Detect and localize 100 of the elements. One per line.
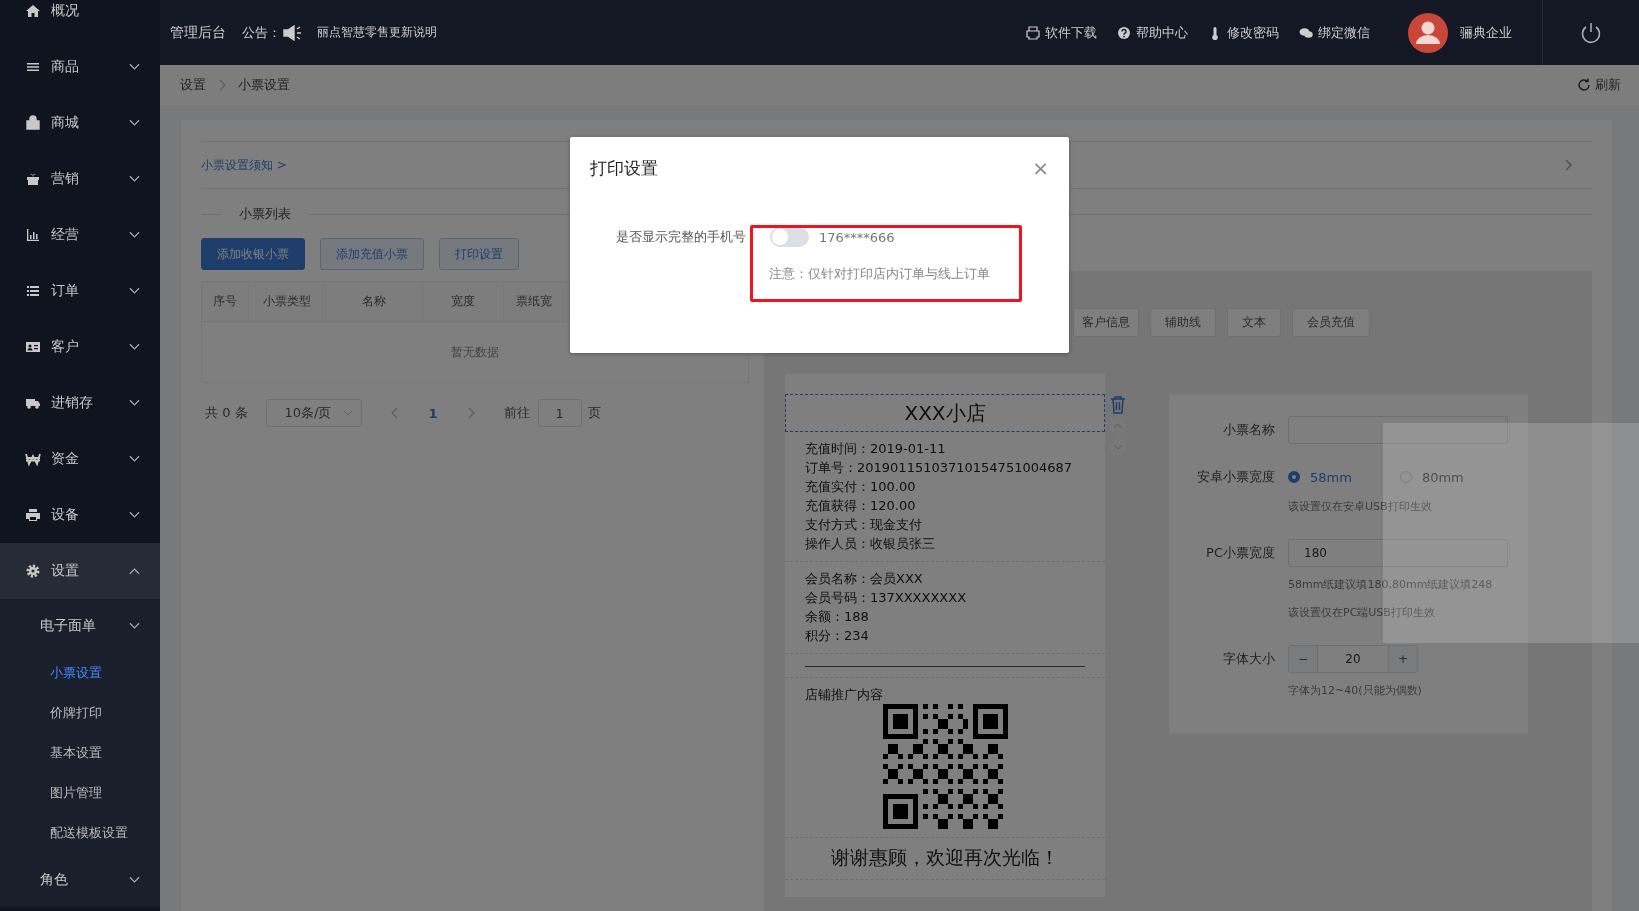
receipt-line: 会员号码：137XXXXXXXX [805, 589, 968, 607]
field-label: 安卓小票宽度 [1196, 468, 1275, 486]
rows-icon [25, 283, 41, 299]
column-header: 宽度 [423, 282, 504, 321]
header-link[interactable]: 软件下载 [1026, 23, 1097, 42]
receipt-line: 会员名称：会员XXX [805, 570, 924, 588]
sidebar-item[interactable]: 商城 [0, 95, 160, 151]
sidebar-item[interactable]: 概况 [0, 0, 160, 39]
breadcrumb-link[interactable]: 设置 [180, 76, 206, 94]
total-count: 共 0 条 [205, 404, 248, 422]
header-link[interactable]: 修改密码 [1208, 23, 1279, 42]
chevron-down-icon [129, 399, 140, 407]
previous-page-icon[interactable] [390, 407, 399, 419]
hint-text: 字体为12~40(只能为偶数) [1288, 683, 1423, 699]
goto-label: 前往 [503, 404, 530, 422]
tool-button[interactable]: 客户信息 [1073, 308, 1139, 337]
printer-icon [1026, 25, 1040, 40]
chevron-down-icon [129, 63, 140, 71]
sidebar-item[interactable]: 营销 [0, 151, 160, 207]
header-link[interactable]: 绑定微信 [1299, 23, 1370, 42]
width-input[interactable]: 180 [1288, 539, 1508, 567]
chevron-down-icon [129, 876, 140, 884]
receipt-line: 充值时间：2019-01-11 [805, 440, 947, 458]
chevron-down-icon [129, 231, 140, 239]
sidebar-item[interactable]: 资金 [0, 431, 160, 487]
home-icon [25, 3, 41, 19]
help-icon [1117, 25, 1131, 40]
submenu-link[interactable]: 配送模板设置 [0, 813, 160, 853]
receipt-line: 充值实付：100.00 [805, 478, 917, 496]
header-link[interactable]: 帮助中心 [1117, 23, 1188, 42]
toggle-switch[interactable] [770, 227, 809, 247]
gift-icon [25, 171, 41, 187]
chevron-down-icon [129, 343, 140, 351]
tool-button[interactable]: 文本 [1227, 308, 1281, 337]
receipt-line: 操作人员：收银员张三 [805, 535, 936, 553]
sidebar-item[interactable]: 客户 [0, 319, 160, 375]
chevron-down-icon [129, 511, 140, 519]
next-page-icon[interactable] [466, 407, 475, 419]
tool-button[interactable]: 会员充值 [1292, 308, 1370, 337]
note-text: 注意：仅针对打印店内订单与线上订单 [769, 265, 991, 283]
chevron-right-icon [1564, 159, 1572, 171]
field-label: 字体大小 [1222, 650, 1275, 668]
refresh-button[interactable]: 刷新 [1576, 76, 1621, 94]
submenu-link[interactable]: 价牌打印 [0, 693, 160, 733]
field-label: 是否显示完整的手机号 [615, 228, 746, 246]
column-header: 小票类型 [249, 282, 326, 321]
chevron-up-icon [129, 567, 140, 575]
notice-link[interactable]: 丽点智慧零售更新说明 [317, 24, 437, 41]
receipt-line: 积分：234 [805, 627, 870, 645]
chevron-down-icon [129, 119, 140, 127]
name-input[interactable] [1288, 416, 1508, 444]
tool-button[interactable]: 辅助线 [1150, 308, 1216, 337]
bag-icon [25, 115, 41, 131]
receipt-line: 充值获得：120.00 [805, 497, 917, 515]
submenu-item[interactable]: 电子面单 [0, 599, 160, 653]
breadcrumb-current: 小票设置 [238, 76, 290, 94]
sidebar-item[interactable]: 进销存 [0, 375, 160, 431]
submenu-item[interactable]: 角色 [0, 853, 160, 907]
dialog-title: 打印设置 [590, 156, 658, 180]
printer-icon [25, 507, 41, 523]
sidebar-item[interactable]: 设置 [0, 543, 160, 599]
sidebar-item[interactable]: 订单 [0, 263, 160, 319]
sidebar-item[interactable]: 设备 [0, 487, 160, 543]
page-size-select[interactable]: 10条/页 [265, 399, 362, 427]
won-icon [25, 451, 41, 467]
notice-label: 公告： [242, 23, 281, 42]
submenu-link[interactable]: 图片管理 [0, 773, 160, 813]
submenu-link[interactable]: 基本设置 [0, 733, 160, 773]
close-button[interactable]: × [1032, 156, 1049, 180]
receipt-line: 订单号：20190115103710154751004687 [805, 459, 1074, 477]
user-name[interactable]: 骊典企业 [1460, 23, 1512, 42]
receipt-line: 余额：188 [805, 608, 870, 626]
power-icon [1579, 20, 1603, 45]
receipt-title[interactable]: XXX小店 [785, 394, 1105, 432]
chevron-down-icon [129, 287, 140, 295]
chevron-down-icon [129, 622, 140, 630]
refresh-icon [1576, 77, 1592, 93]
chat-icon [1299, 25, 1313, 40]
chevron-right-icon [218, 79, 226, 91]
receipt-footer: 谢谢惠顾，欢迎再次光临！ [805, 845, 1085, 871]
section-title: 小票列表 [239, 205, 291, 223]
chart-icon [25, 227, 41, 243]
chevron-down-icon [129, 175, 140, 183]
speaker-icon [283, 24, 303, 41]
promo-label: 店铺推广内容 [805, 686, 884, 704]
receipt-line: 支付方式：现金支付 [805, 516, 923, 534]
submenu-link[interactable]: 小票设置 [0, 653, 160, 693]
column-header: 名称 [326, 282, 423, 321]
app-title: 管理后台 [170, 23, 226, 42]
sidebar-item[interactable]: 商品 [0, 39, 160, 95]
chevron-down-icon [343, 409, 354, 417]
field-label: 小票名称 [1222, 421, 1275, 439]
avatar-icon[interactable] [1408, 12, 1448, 53]
column-header: 序号 [202, 282, 249, 321]
trash-icon[interactable] [1110, 396, 1126, 414]
page-input[interactable]: 1 [537, 399, 582, 427]
phone-sample: 176****666 [819, 229, 895, 245]
card-icon [25, 339, 41, 355]
sidebar-item[interactable]: 经营 [0, 207, 160, 263]
field-label: PC小票宽度 [1205, 544, 1275, 562]
